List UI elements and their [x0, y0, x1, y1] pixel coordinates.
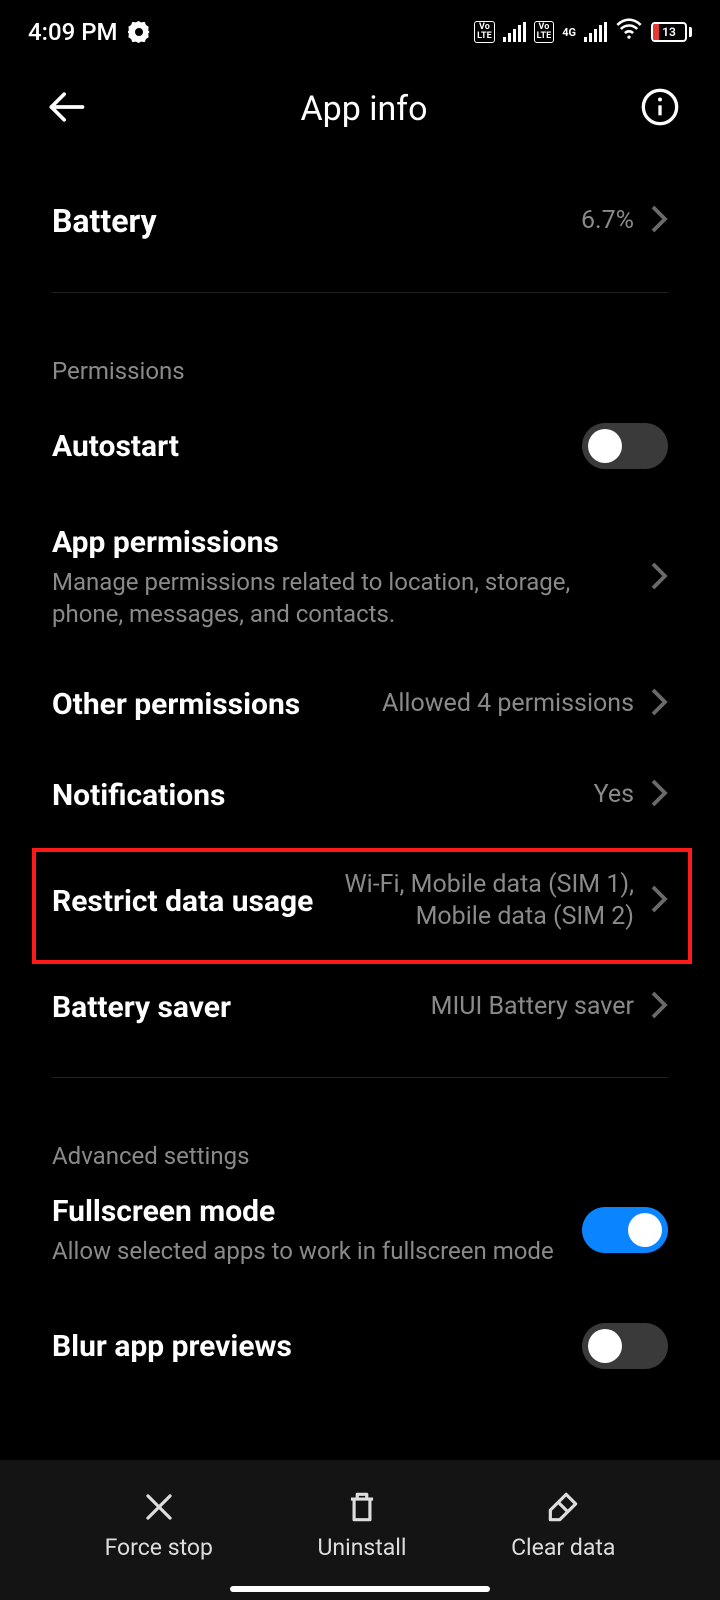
chevron-right-icon	[650, 884, 668, 918]
row-notifications-title: Notifications	[52, 778, 578, 813]
bottom-action-bar: Force stop Uninstall Clear data	[0, 1460, 720, 1600]
row-battery-title: Battery	[52, 202, 565, 240]
battery-icon: 13	[651, 22, 692, 42]
row-other-permissions-title: Other permissions	[52, 687, 366, 722]
title-bar: App info	[0, 64, 720, 154]
content-scroll[interactable]: Battery 6.7% Permissions Autostart App p…	[0, 154, 720, 1460]
divider	[52, 1077, 668, 1078]
clear-data-label: Clear data	[511, 1534, 615, 1561]
row-blur-title: Blur app previews	[52, 1329, 566, 1364]
row-autostart[interactable]: Autostart	[0, 395, 720, 497]
row-blur-previews[interactable]: Blur app previews	[0, 1295, 720, 1369]
row-battery-saver-title: Battery saver	[52, 990, 415, 1025]
volte-sim1-icon: VoLTE	[474, 21, 495, 43]
row-other-permissions[interactable]: Other permissions Allowed 4 permissions	[0, 659, 720, 750]
battery-percent: 13	[653, 25, 685, 39]
chevron-right-icon	[650, 778, 668, 812]
4g-label-icon: 4G	[562, 28, 576, 37]
wifi-icon	[615, 15, 643, 49]
volte-sim2-icon: VoLTE	[534, 21, 555, 43]
autostart-toggle[interactable]	[582, 423, 668, 469]
uninstall-label: Uninstall	[317, 1534, 406, 1561]
row-other-permissions-value: Allowed 4 permissions	[382, 688, 634, 721]
section-advanced: Advanced settings	[0, 1102, 720, 1180]
row-app-permissions-sub: Manage permissions related to location, …	[52, 566, 634, 631]
chevron-right-icon	[650, 990, 668, 1024]
chevron-right-icon	[650, 204, 668, 238]
row-restrict-data-value: Wi-Fi, Mobile data (SIM 1), Mobile data …	[334, 869, 634, 934]
status-bar: 4:09 PM VoLTE VoLTE 4G 13	[0, 0, 720, 64]
back-arrow-icon[interactable]	[44, 85, 88, 133]
uninstall-button[interactable]: Uninstall	[317, 1488, 406, 1561]
row-notifications-value: Yes	[594, 779, 634, 812]
row-restrict-data-title: Restrict data usage	[52, 884, 318, 919]
chevron-right-icon	[650, 687, 668, 721]
row-fullscreen-sub: Allow selected apps to work in fullscree…	[52, 1235, 566, 1267]
signal-sim2-icon	[584, 22, 607, 42]
section-permissions: Permissions	[0, 317, 720, 395]
force-stop-button[interactable]: Force stop	[105, 1488, 213, 1561]
row-app-permissions-title: App permissions	[52, 525, 634, 560]
signal-sim1-icon	[503, 22, 526, 42]
row-battery-saver[interactable]: Battery saver MIUI Battery saver	[0, 962, 720, 1053]
home-indicator[interactable]	[230, 1586, 490, 1592]
page-title: App info	[300, 89, 427, 129]
row-battery-saver-value: MIUI Battery saver	[431, 991, 634, 1024]
row-restrict-data-usage[interactable]: Restrict data usage Wi-Fi, Mobile data (…	[0, 841, 720, 962]
force-stop-label: Force stop	[105, 1534, 213, 1561]
row-battery[interactable]: Battery 6.7%	[0, 174, 720, 268]
row-app-permissions[interactable]: App permissions Manage permissions relat…	[0, 497, 720, 659]
status-right: VoLTE VoLTE 4G 13	[474, 15, 692, 49]
info-icon[interactable]	[640, 87, 680, 131]
clear-data-button[interactable]: Clear data	[511, 1488, 615, 1561]
fullscreen-toggle[interactable]	[582, 1207, 668, 1253]
chevron-right-icon	[650, 561, 668, 595]
blur-toggle[interactable]	[582, 1323, 668, 1369]
row-notifications[interactable]: Notifications Yes	[0, 750, 720, 841]
settings-active-icon	[128, 21, 150, 43]
row-battery-value: 6.7%	[581, 205, 634, 238]
row-fullscreen-mode[interactable]: Fullscreen mode Allow selected apps to w…	[0, 1180, 720, 1295]
divider	[52, 292, 668, 293]
status-time: 4:09 PM	[28, 18, 118, 46]
status-left: 4:09 PM	[28, 18, 150, 46]
row-autostart-title: Autostart	[52, 429, 566, 464]
row-fullscreen-title: Fullscreen mode	[52, 1194, 566, 1229]
